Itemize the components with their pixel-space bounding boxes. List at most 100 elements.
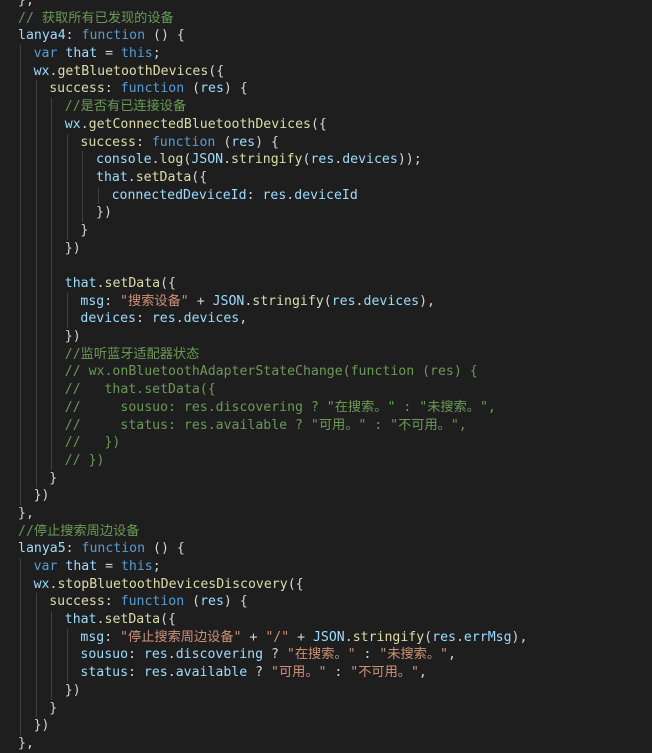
code-token: : — [326, 665, 351, 681]
code-editor[interactable]: },// 获取所有已发现的设备 lanya4: function () {var … — [0, 0, 652, 752]
code-line[interactable]: msg: "搜索设备" + JSON.stringify(res.devices… — [0, 292, 652, 311]
code-line[interactable]: //是否有已连接设备 — [0, 98, 652, 116]
code-line[interactable]: }) — [0, 239, 652, 258]
indent-guide — [51, 681, 53, 700]
code-line[interactable]: } — [0, 699, 652, 718]
code-line[interactable]: }, — [0, 735, 652, 753]
code-line[interactable]: //停止搜索周边设备 — [0, 523, 652, 541]
code-line[interactable]: connectedDeviceId: res.deviceId — [0, 186, 652, 205]
indent-guide — [35, 221, 37, 240]
code-token: "可用。" — [271, 665, 327, 681]
indent-guide — [51, 381, 53, 399]
code-token: : — [246, 187, 263, 203]
code-line[interactable]: // wx.onBluetoothAdapterStateChange(func… — [0, 363, 652, 382]
code-token: success — [80, 134, 136, 150]
code-token: that — [64, 612, 97, 628]
code-token: function — [120, 81, 185, 97]
indent-guide — [51, 328, 53, 346]
indent-guide — [35, 186, 37, 205]
indent-guide — [35, 416, 37, 435]
code-token: ( — [323, 293, 332, 309]
code-line[interactable]: status: res.available ? "可用。" : "不可用。", — [0, 664, 652, 682]
code-line[interactable]: success: function (res) { — [0, 80, 652, 99]
code-token: ) { — [223, 81, 248, 97]
code-line[interactable]: wx.getBluetoothDevices({ — [0, 62, 652, 81]
code-line[interactable]: devices: res.devices, — [0, 310, 652, 329]
code-line[interactable]: sousuo: res.discovering ? "在搜索。" : "未搜索。… — [0, 646, 652, 665]
code-token: )); — [397, 152, 422, 168]
code-text: // 获取所有已发现的设备 — [18, 10, 174, 28]
code-text: connectedDeviceId: res.deviceId — [112, 187, 358, 205]
indent-guide — [51, 275, 53, 293]
indent-guide — [66, 646, 68, 665]
code-line[interactable]: // that.setData({ — [0, 381, 652, 399]
code-text: // status: res.available ? "可用。" : "不可用。… — [65, 417, 467, 435]
code-text: }, — [18, 735, 34, 753]
code-line[interactable]: // status: res.available ? "可用。" : "不可用。… — [0, 416, 652, 435]
code-text: // sousuo: res.discovering ? "在搜索。" : "未… — [65, 399, 496, 417]
indent-guide — [66, 133, 68, 152]
code-line[interactable]: }) — [0, 328, 652, 346]
indent-guide — [20, 186, 21, 205]
code-line[interactable]: wx.stopBluetoothDevicesDiscovery({ — [0, 575, 652, 594]
code-token: ), — [511, 629, 528, 645]
code-line[interactable]: }) — [0, 681, 652, 700]
code-line[interactable]: var that = this; — [0, 558, 652, 576]
code-line[interactable]: //监听蓝牙适配器状态 — [0, 345, 652, 364]
code-token: getBluetoothDevices — [57, 63, 209, 79]
indent-guide — [82, 186, 84, 205]
code-line[interactable]: // }) — [0, 434, 652, 452]
code-line[interactable]: that.setData({ — [0, 168, 652, 187]
code-token: success — [49, 594, 105, 610]
code-line[interactable]: wx.getConnectedBluetoothDevices({ — [0, 115, 652, 134]
code-line[interactable]: // }) — [0, 451, 652, 470]
code-token: var — [33, 46, 58, 62]
code-text: lanya5: function () { — [18, 540, 185, 558]
indent-guide — [20, 487, 21, 505]
code-token: } — [49, 700, 58, 716]
indent-guide — [35, 151, 37, 169]
code-token: ( — [424, 629, 433, 645]
code-line[interactable]: success: function (res) { — [0, 133, 652, 152]
code-text: }) — [65, 240, 81, 258]
code-token: log — [159, 152, 184, 168]
indent-guide — [20, 275, 21, 293]
code-line[interactable]: lanya4: function () { — [0, 27, 652, 45]
code-token: res — [200, 81, 224, 97]
code-line[interactable]: lanya5: function () { — [0, 540, 652, 558]
code-token: res — [231, 134, 256, 150]
code-line[interactable]: var that = this; — [0, 45, 652, 63]
code-token: : — [104, 594, 121, 610]
code-token: + — [188, 293, 213, 309]
code-line[interactable]: that.setData({ — [0, 275, 652, 293]
code-token: res — [151, 311, 176, 327]
indent-guide — [35, 681, 37, 700]
code-line[interactable]: success: function (res) { — [0, 593, 652, 612]
code-line[interactable]: }) — [0, 204, 652, 222]
code-text: var that = this; — [34, 558, 161, 576]
indent-guide — [20, 611, 21, 629]
code-line[interactable]: console.log(JSON.stringify(res.devices))… — [0, 151, 652, 169]
indent-guide — [51, 133, 53, 152]
code-token: that — [96, 169, 128, 185]
indent-guide — [35, 310, 37, 329]
indent-guide — [20, 257, 21, 275]
code-line[interactable]: // sousuo: res.discovering ? "在搜索。" : "未… — [0, 398, 652, 417]
code-token: JSON — [191, 152, 224, 168]
indent-guide — [20, 168, 21, 187]
code-line[interactable]: }, — [0, 0, 652, 10]
code-token: res — [200, 594, 224, 610]
code-text: //监听蓝牙适配器状态 — [65, 346, 200, 364]
code-line[interactable]: }) — [0, 717, 652, 735]
code-line[interactable]: } — [0, 221, 652, 240]
code-line[interactable]: }) — [0, 487, 652, 505]
code-line[interactable]: }, — [0, 505, 652, 523]
code-line[interactable]: } — [0, 469, 652, 488]
code-token: setData — [104, 276, 161, 291]
code-token: lanya4 — [18, 28, 66, 44]
code-line[interactable]: msg: "停止搜索周边设备" + "/" + JSON.stringify(r… — [0, 628, 652, 647]
code-token: . — [223, 152, 232, 168]
code-line[interactable]: that.setData({ — [0, 611, 652, 629]
code-line[interactable] — [0, 257, 652, 275]
code-line[interactable]: // 获取所有已发现的设备 — [0, 10, 652, 28]
